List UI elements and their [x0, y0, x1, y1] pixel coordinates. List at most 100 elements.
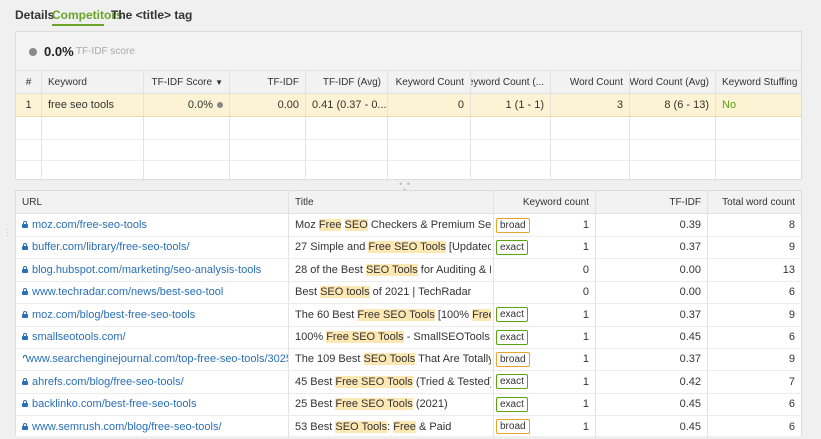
- table-row[interactable]: moz.com/blog/best-free-seo-tools The 60 B…: [16, 303, 801, 327]
- keyword-count-value: 1: [582, 219, 589, 231]
- col-tfidf-score[interactable]: TF-IDF Score ▼: [144, 71, 230, 93]
- match-type-cell: exact: [496, 396, 528, 412]
- empty-cell: [306, 159, 388, 181]
- tfidf-score-summary: 0.0% TF-IDF score: [16, 32, 801, 71]
- col-tfidf[interactable]: TF-IDF: [596, 191, 708, 213]
- row-tfidf: 0.42: [596, 370, 708, 393]
- url-link[interactable]: ahrefs.com/blog/free-seo-tools/: [32, 376, 184, 388]
- row-keyword-count: exact 1: [494, 236, 596, 259]
- url-link[interactable]: backlinko.com/best-free-seo-tools: [32, 398, 196, 410]
- keyword-highlight: Free: [393, 420, 416, 433]
- row-keyword-count: broad 1: [494, 214, 596, 236]
- table-row[interactable]: www.searchenginejournal.com/top-free-seo…: [16, 348, 801, 372]
- url-link[interactable]: www.techradar.com/news/best-seo-tool: [32, 286, 223, 298]
- col-tfidf-avg[interactable]: TF-IDF (Avg): [306, 71, 388, 93]
- row-title: Best SEO tools of 2021 | TechRadar: [289, 281, 494, 304]
- row-title: 45 Best Free SEO Tools (Tried & Tested): [289, 370, 494, 393]
- empty-cell: [551, 117, 630, 139]
- table-row[interactable]: ahrefs.com/blog/free-seo-tools/45 Best F…: [16, 370, 801, 394]
- row-keyword-count: exact 1: [494, 326, 596, 348]
- col-word-count-avg[interactable]: Word Count (Avg): [630, 71, 716, 93]
- url-link[interactable]: www.searchenginejournal.com/top-free-seo…: [26, 353, 288, 365]
- match-type-cell: broad: [496, 217, 530, 233]
- match-type-badge: exact: [496, 307, 528, 323]
- col-keyword-count[interactable]: Keyword Count: [388, 71, 471, 93]
- col-keyword-count[interactable]: Keyword count: [494, 191, 596, 213]
- keyword-count-value: 1: [582, 308, 589, 321]
- empty-cell: [630, 159, 716, 181]
- row-tfidf: 0.45: [596, 415, 708, 438]
- table-row[interactable]: www.techradar.com/news/best-seo-tool Best…: [16, 281, 801, 305]
- row-keyword-count-range: 1 (1 - 1): [471, 94, 551, 116]
- row-tfidf: 0.39: [596, 214, 708, 236]
- row-title: 27 Simple and Free SEO Tools [Updated fo…: [289, 236, 494, 259]
- row-total-word-count: 8: [788, 219, 795, 231]
- row-tfidf-score: 0.0%: [144, 94, 230, 116]
- empty-row: [16, 138, 801, 161]
- row-word-count: 3: [551, 94, 630, 116]
- col-keyword-count-range[interactable]: Keyword Count (...: [471, 71, 551, 93]
- lock-icon: [22, 221, 28, 228]
- lock-icon: [22, 333, 28, 340]
- table-row[interactable]: blog.hubspot.com/marketing/seo-analysis-…: [16, 258, 801, 282]
- row-tfidf: 0.37: [596, 236, 708, 259]
- url-link[interactable]: moz.com/free-seo-tools: [32, 219, 147, 231]
- title-text: 53 Best SEO Tools: Free & Paid: [295, 420, 491, 433]
- col-num[interactable]: #: [16, 71, 42, 93]
- keyword-row[interactable]: 1 free seo tools 0.0% 0.00 0.41 (0.37 - …: [16, 94, 801, 117]
- tab-details[interactable]: Details: [15, 8, 54, 22]
- row-title: 53 Best SEO Tools: Free & Paid: [289, 415, 494, 438]
- sort-desc-icon[interactable]: ▼: [215, 78, 223, 87]
- col-word-count[interactable]: Word Count: [551, 71, 630, 93]
- title-segment: - SmallSEOTools.com: [406, 331, 491, 343]
- empty-row: [16, 117, 801, 140]
- empty-cell: [306, 117, 388, 139]
- table-row[interactable]: moz.com/free-seo-tools Moz Free SEO Check…: [16, 214, 801, 237]
- col-total-word-count[interactable]: Total word count: [708, 191, 801, 213]
- match-type-badge: broad: [496, 217, 530, 233]
- empty-cell: [388, 117, 471, 139]
- title-segment: for Auditing & Monitoring: [420, 263, 491, 276]
- table-row[interactable]: buffer.com/library/free-seo-tools/27 Sim…: [16, 236, 801, 260]
- empty-cell: [388, 159, 471, 181]
- col-url[interactable]: URL: [16, 191, 289, 213]
- title-text: The 60 Best Free SEO Tools [100% Free] -…: [295, 308, 491, 321]
- title-segment: [Updated for 2021]: [448, 241, 491, 254]
- row-url: www.searchenginejournal.com/top-free-seo…: [16, 348, 289, 371]
- panel-splitter[interactable]: • • •: [398, 180, 412, 195]
- url-link[interactable]: moz.com/blog/best-free-seo-tools: [32, 309, 195, 321]
- table-row[interactable]: www.semrush.com/blog/free-seo-tools/53 B…: [16, 415, 801, 439]
- url-link[interactable]: www.semrush.com/blog/free-seo-tools/: [32, 421, 222, 433]
- tab-title-tag[interactable]: The <title> tag: [111, 8, 192, 22]
- url-link[interactable]: blog.hubspot.com/marketing/seo-analysis-…: [32, 264, 261, 276]
- empty-cell: [16, 138, 42, 160]
- url-link[interactable]: smallseotools.com/: [32, 331, 126, 343]
- row-title: 28 of the Best SEO Tools for Auditing & …: [289, 258, 494, 281]
- row-keyword-count: 0: [388, 94, 471, 116]
- empty-cell: [42, 138, 144, 160]
- empty-cell: [388, 138, 471, 160]
- col-keyword[interactable]: Keyword: [42, 71, 144, 93]
- col-keyword-stuffing[interactable]: Keyword Stuffing: [716, 71, 801, 93]
- title-text: 28 of the Best SEO Tools for Auditing & …: [295, 263, 491, 276]
- col-keyword-count-range-label: Keyword Count (...: [471, 76, 544, 88]
- table-row[interactable]: smallseotools.com/100% Free SEO Tools - …: [16, 326, 801, 349]
- row-total-word-count: 6: [788, 331, 795, 343]
- match-type-cell: exact: [496, 374, 528, 390]
- url-link[interactable]: buffer.com/library/free-seo-tools/: [32, 241, 190, 253]
- lock-icon: [22, 422, 28, 430]
- row-tfidf: 0.00: [596, 281, 708, 304]
- keyword-count-value: 1: [582, 375, 589, 388]
- keyword-count-value: 0: [582, 263, 589, 276]
- empty-cell: [471, 138, 551, 160]
- table-row[interactable]: backlinko.com/best-free-seo-tools 25 Best…: [16, 393, 801, 417]
- drag-handle-icon[interactable]: · · ·: [6, 226, 9, 240]
- empty-cell: [16, 117, 42, 139]
- col-tfidf-score-label: TF-IDF Score: [151, 76, 213, 88]
- col-tfidf[interactable]: TF-IDF: [230, 71, 306, 93]
- row-word-count-avg: 8 (6 - 13): [630, 94, 716, 116]
- row-url: moz.com/blog/best-free-seo-tools: [16, 303, 289, 326]
- col-title-label: Title: [295, 196, 314, 208]
- keyword-highlight: Free SEO Tools: [368, 241, 446, 254]
- col-title[interactable]: Title: [289, 191, 494, 213]
